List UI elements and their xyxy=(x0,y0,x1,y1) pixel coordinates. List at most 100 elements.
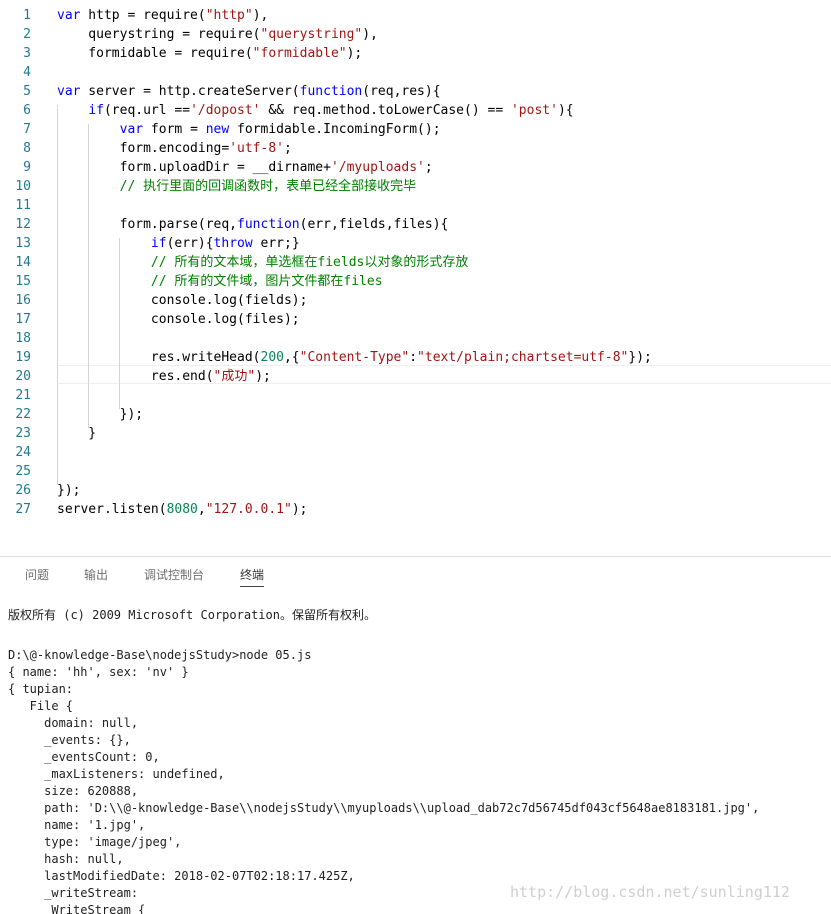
panel-tab-bar: 问题 输出 调试控制台 终端 xyxy=(0,557,831,593)
code-token: }); xyxy=(628,350,652,365)
code-line: 2 querystring = require("querystring"), xyxy=(0,25,831,44)
terminal-line: 版权所有 (c) 2009 Microsoft Corporation。保留所有… xyxy=(8,608,376,622)
tab-debug-console-label: 调试控制台 xyxy=(144,568,205,582)
code-token: if xyxy=(88,103,104,118)
tab-output[interactable]: 输出 xyxy=(84,566,108,583)
terminal-line: { name: 'hh', sex: 'nv' } xyxy=(8,665,189,679)
terminal-output[interactable]: 版权所有 (c) 2009 Microsoft Corporation。保留所有… xyxy=(0,593,831,914)
line-number: 4 xyxy=(23,65,31,80)
code-token: // 所有的文本域，单选框在fields以对象的形式存放 xyxy=(150,255,469,270)
code-token: var xyxy=(57,84,81,99)
code-line: 23 } xyxy=(0,424,831,443)
code-token: ); xyxy=(255,369,271,384)
tab-terminal[interactable]: 终端 xyxy=(240,566,265,587)
code-token: "querystring" xyxy=(260,27,363,42)
terminal-line: _maxListeners: undefined, xyxy=(8,767,225,781)
code-token: formidable.IncomingForm(); xyxy=(229,122,441,137)
code-token: }); xyxy=(57,407,144,422)
code-text: // 所有的文件域，图片文件都在files xyxy=(57,272,383,291)
code-text: if(req.url =='/dopost' && req.method.toL… xyxy=(57,101,574,120)
code-editor[interactable]: 1 var http = require("http"), 2 querystrin… xyxy=(0,0,831,556)
code-line: 25 xyxy=(0,462,831,481)
code-token: function xyxy=(299,84,363,99)
code-token: (err){ xyxy=(166,236,214,251)
code-line: 16 console.log(fields); xyxy=(0,291,831,310)
code-token: 200 xyxy=(260,350,284,365)
code-token: } xyxy=(57,426,97,441)
watermark-text: http://blog.csdn.net/sunling112 xyxy=(510,883,790,901)
tab-problems[interactable]: 问题 xyxy=(25,566,49,583)
code-token: ), xyxy=(252,8,269,23)
code-line: 11 xyxy=(0,196,831,215)
code-text: if(err){throw err;} xyxy=(57,234,300,253)
code-token: form.encoding= xyxy=(57,141,230,156)
line-number: 5 xyxy=(23,84,31,99)
code-text: form.parse(req,function(err,fields,files… xyxy=(57,215,449,234)
code-token: console.log(fields); xyxy=(57,293,308,308)
terminal-line: path: 'D:\\@-knowledge-Base\\nodejsStudy… xyxy=(8,801,760,815)
code-token: }); xyxy=(57,483,81,498)
terminal-line: _events: {}, xyxy=(8,733,131,747)
line-number: 12 xyxy=(15,217,31,232)
code-token: formidable = require( xyxy=(57,46,253,61)
line-number: 2 xyxy=(23,27,31,42)
code-line: 27 server.listen(8080,"127.0.0.1"); xyxy=(0,500,831,519)
code-line: 4 xyxy=(0,63,831,82)
code-text: // 所有的文本域，单选框在fields以对象的形式存放 xyxy=(57,253,468,272)
code-token: ,{ xyxy=(283,350,300,365)
line-number: 3 xyxy=(23,46,31,61)
code-line: 20 res.end("成功"); xyxy=(0,367,831,386)
code-token: // 所有的文件域，图片文件都在files xyxy=(150,274,383,289)
code-line: 14 // 所有的文本域，单选框在fields以对象的形式存放 xyxy=(0,253,831,272)
line-number: 16 xyxy=(15,293,31,308)
code-text: var server = http.createServer(function(… xyxy=(57,82,441,101)
code-line: 15 // 所有的文件域，图片文件都在files xyxy=(0,272,831,291)
code-text: res.writeHead(200,{"Content-Type":"text/… xyxy=(57,348,652,367)
code-token: && req.method.toLowerCase() == xyxy=(260,103,511,118)
code-token: , xyxy=(197,502,206,517)
code-text: formidable = require("formidable"); xyxy=(57,44,362,63)
code-line: 26}); xyxy=(0,481,831,500)
code-text: console.log(files); xyxy=(57,310,300,329)
terminal-line: WriteStream { xyxy=(8,903,146,914)
code-token: // 执行里面的回调函数时，表单已经全部接收完毕 xyxy=(119,179,417,194)
line-number: 27 xyxy=(15,502,31,517)
line-number: 9 xyxy=(23,160,31,175)
line-number: 11 xyxy=(15,198,31,213)
code-text: }); xyxy=(57,481,80,500)
terminal-line: lastModifiedDate: 2018-02-07T02:18:17.42… xyxy=(8,869,355,883)
line-number: 6 xyxy=(23,103,31,118)
code-text: console.log(fields); xyxy=(57,291,308,310)
code-token: ){ xyxy=(557,103,574,118)
code-token: ; xyxy=(424,160,433,175)
code-text: var http = require("http"), xyxy=(57,6,268,25)
line-number: 17 xyxy=(15,312,31,327)
code-line: 5 var server = http.createServer(function… xyxy=(0,82,831,101)
code-token: 'post' xyxy=(510,103,558,118)
code-text: form.encoding='utf-8'; xyxy=(57,139,292,158)
code-line: 3 formidable = require("formidable"); xyxy=(0,44,831,63)
line-number: 13 xyxy=(15,236,31,251)
code-text: querystring = require("querystring"), xyxy=(57,25,378,44)
code-text: // 执行里面的回调函数时，表单已经全部接收完毕 xyxy=(57,177,416,196)
code-token: "Content-Type" xyxy=(299,350,410,365)
code-token: '/dopost' xyxy=(190,103,261,118)
code-token: throw xyxy=(213,236,253,251)
active-tab-indicator xyxy=(240,586,265,587)
code-token: "formidable" xyxy=(252,46,347,61)
line-number: 24 xyxy=(15,445,31,460)
tab-debug-console[interactable]: 调试控制台 xyxy=(144,566,204,583)
code-text: } xyxy=(57,424,96,443)
code-line: 22 }); xyxy=(0,405,831,424)
code-token: if xyxy=(150,236,167,251)
line-number: 8 xyxy=(23,141,31,156)
tab-terminal-label: 终端 xyxy=(240,568,265,582)
code-token: 8080 xyxy=(166,502,198,517)
code-token: ), xyxy=(362,27,378,42)
code-line: 24 xyxy=(0,443,831,462)
